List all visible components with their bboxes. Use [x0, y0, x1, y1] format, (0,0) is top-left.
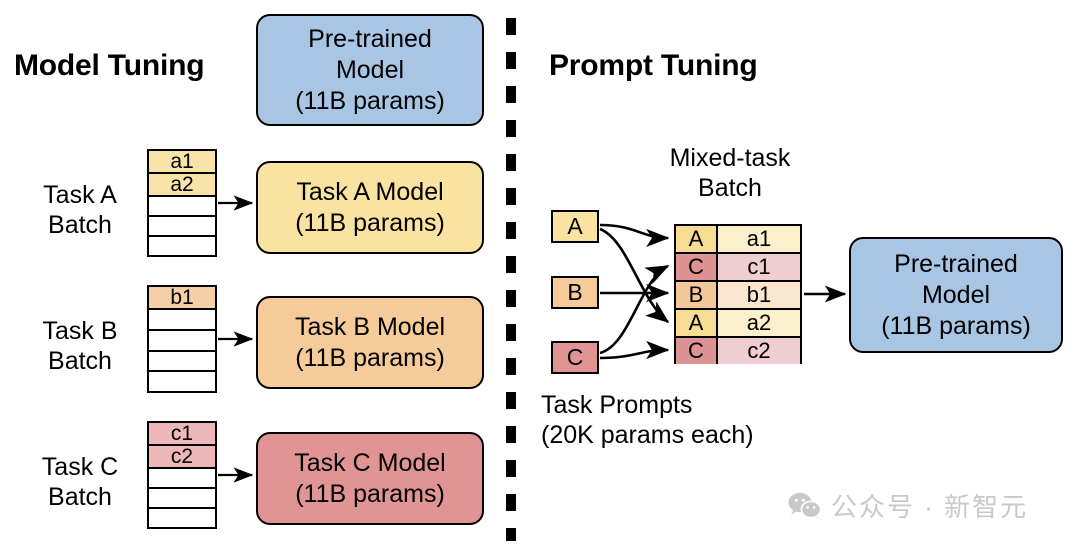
- right-pretrained-line2: Model: [921, 280, 991, 309]
- task-c-model-line1: Task C Model: [294, 448, 446, 477]
- mixed-task-batch-row: B b1: [676, 282, 800, 310]
- arrow-prompt-a-to-row-1: [599, 223, 670, 248]
- task-a-model-line1: Task A Model: [296, 177, 444, 206]
- task-prompt-chip-a-label: A: [567, 213, 583, 239]
- mixed-task-batch-row: A a2: [676, 310, 800, 338]
- right-pretrained-model-box: Pre-trained Model (11B params): [849, 237, 1063, 353]
- arrow-prompt-c-to-row-2: [599, 264, 670, 355]
- task-c-batch-cell: c1: [149, 423, 215, 446]
- task-b-model-line2: (11B params): [295, 343, 445, 372]
- task-b-batch-cell: [149, 330, 215, 352]
- mixed-row-data-cell: a1: [718, 226, 800, 252]
- arrow-prompt-a-to-row-4: [599, 227, 670, 324]
- diagram-canvas: Model Tuning Pre-trained Model (11B para…: [0, 0, 1080, 559]
- left-pretrained-line1: Pre-trained: [308, 24, 432, 53]
- task-c-batch-cell: [149, 469, 215, 489]
- task-b-batch-cell: b1: [149, 287, 215, 310]
- right-pretrained-line3: (11B params): [881, 311, 1031, 340]
- mixed-task-batch-label: Mixed-task Batch: [630, 143, 830, 203]
- wechat-icon: [788, 492, 822, 520]
- task-prompt-chip-b-label: B: [567, 279, 583, 305]
- task-a-batch-cell: a1: [149, 151, 215, 174]
- task-a-batch-label: Task A Batch: [18, 180, 142, 240]
- mixed-row-prompt-cell: A: [676, 226, 718, 252]
- left-pretrained-line2: Model: [335, 55, 405, 84]
- task-c-model-line2: (11B params): [295, 479, 445, 508]
- watermark-text: 公众号 · 新智元: [831, 492, 1029, 522]
- task-b-batch-table: b1: [147, 285, 217, 393]
- mixed-task-batch-row: A a1: [676, 226, 800, 254]
- watermark: 公众号 · 新智元: [788, 487, 1028, 524]
- task-b-batch-cell: [149, 372, 215, 391]
- mixed-row-data-cell: c1: [718, 254, 800, 280]
- task-c-model-box: Task C Model (11B params): [256, 432, 484, 525]
- right-pretrained-line1: Pre-trained: [894, 249, 1018, 278]
- task-prompt-chip-c: C: [551, 341, 599, 374]
- task-a-batch-cell: [149, 197, 215, 217]
- left-pretrained-line3: (11B params): [295, 86, 445, 115]
- mixed-row-prompt-cell: C: [676, 254, 718, 280]
- mixed-row-data-cell: b1: [718, 282, 800, 308]
- mixed-row-data-cell: c2: [718, 338, 800, 364]
- task-b-model-box: Task B Model (11B params): [256, 296, 484, 389]
- model-tuning-heading: Model Tuning: [14, 49, 205, 82]
- task-prompts-caption: Task Prompts (20K params each): [541, 390, 754, 450]
- task-a-batch-cell: a2: [149, 174, 215, 197]
- task-c-batch-cell: [149, 509, 215, 527]
- mixed-row-prompt-cell: B: [676, 282, 718, 308]
- task-a-batch-cell: [149, 237, 215, 255]
- task-b-batch-cell: [149, 310, 215, 331]
- mixed-task-batch-table: A a1 C c1 B b1 A a2 C c2: [674, 224, 802, 364]
- task-c-batch-cell: [149, 489, 215, 509]
- task-prompts-caption-line1: Task Prompts: [541, 391, 693, 419]
- task-b-batch-label-line2: Batch: [48, 347, 112, 375]
- task-c-batch-label-line2: Batch: [48, 483, 112, 511]
- task-b-batch-cell: [149, 351, 215, 373]
- mixed-task-batch-label-line2: Batch: [698, 174, 762, 202]
- mixed-task-batch-label-line1: Mixed-task: [669, 144, 791, 172]
- task-a-model-box: Task A Model (11B params): [256, 161, 484, 254]
- task-prompt-chip-b: B: [551, 276, 599, 309]
- task-c-batch-label: Task C Batch: [18, 452, 142, 512]
- mixed-row-data-cell: a2: [718, 310, 800, 336]
- task-c-batch-cell: c2: [149, 446, 215, 469]
- arrow-prompt-c-to-row-5: [599, 340, 670, 360]
- task-b-batch-label: Task B Batch: [18, 316, 142, 376]
- task-a-batch-table: a1 a2: [147, 149, 217, 257]
- mixed-task-batch-row: C c2: [676, 338, 800, 364]
- mixed-task-batch-row: C c1: [676, 254, 800, 282]
- task-prompt-chip-a: A: [551, 210, 599, 243]
- task-a-batch-label-line1: Task A: [43, 181, 117, 209]
- task-b-model-line1: Task B Model: [294, 312, 446, 341]
- mixed-row-prompt-cell: C: [676, 338, 718, 364]
- task-prompts-caption-line2: (20K params each): [541, 421, 754, 449]
- task-c-batch-table: c1 c2: [147, 421, 217, 529]
- left-pretrained-model-box: Pre-trained Model (11B params): [256, 14, 484, 126]
- task-c-batch-label-line1: Task C: [41, 453, 119, 481]
- prompt-tuning-heading: Prompt Tuning: [549, 49, 758, 82]
- task-a-batch-cell: [149, 217, 215, 237]
- task-b-batch-label-line1: Task B: [42, 317, 118, 345]
- mixed-row-prompt-cell: A: [676, 310, 718, 336]
- task-prompt-chip-c-label: C: [566, 344, 584, 370]
- task-a-model-line2: (11B params): [295, 208, 445, 237]
- task-a-batch-label-line2: Batch: [48, 211, 112, 239]
